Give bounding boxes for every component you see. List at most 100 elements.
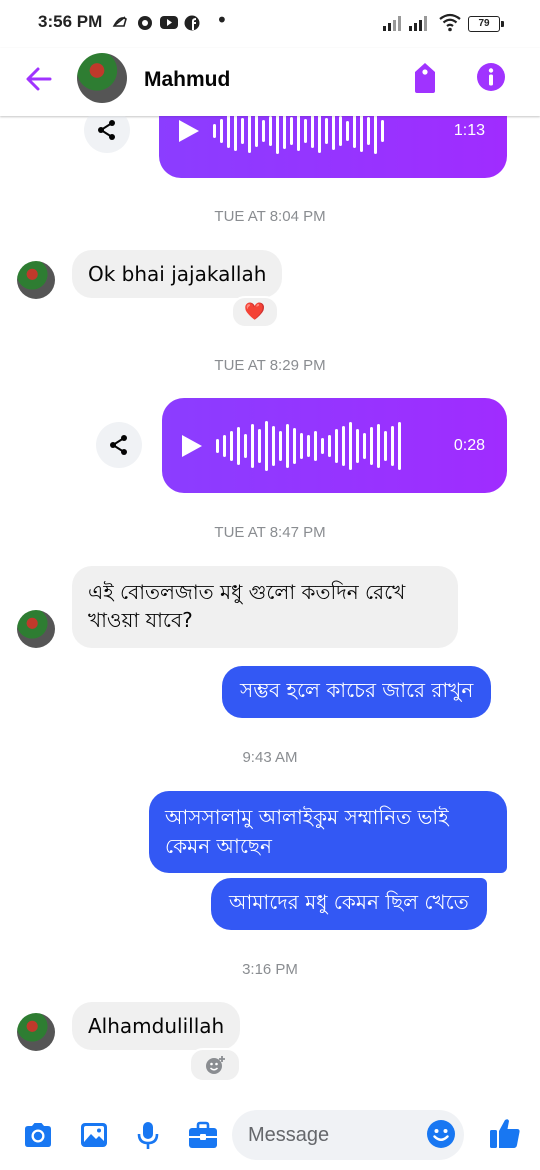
waveform-bar	[321, 437, 324, 454]
waveform-bar	[304, 119, 307, 143]
waveform-bar	[293, 427, 296, 464]
waveform-bar	[230, 430, 233, 461]
waveform-bar	[227, 114, 230, 148]
status-time: 3:56 PM	[38, 12, 103, 31]
waveform-bar	[349, 421, 352, 470]
waveform-bar	[279, 430, 282, 461]
share-icon	[110, 435, 127, 455]
waveform-bar	[353, 114, 356, 148]
message-text-line: আসসালামু আলাইকুম সম্মানিত ভাই	[165, 805, 449, 829]
message-text-line: এই বোতলজাত মধু গুলো কতদিন রেখে	[88, 580, 406, 604]
outgoing-message[interactable]: সম্ভব হলে কাচের জারে রাখুন	[222, 666, 492, 718]
message-text-line: খাওয়া যাবে?	[88, 608, 193, 632]
sender-avatar[interactable]	[17, 610, 55, 648]
add-reaction-button[interactable]	[189, 1048, 241, 1082]
waveform-bar	[325, 118, 328, 144]
waveform-bar	[381, 120, 384, 142]
timestamp: TUE AT 8:47 PM	[214, 524, 326, 541]
voice-duration: 0:28	[453, 436, 485, 454]
waveform-bar	[258, 428, 261, 463]
waveform-bar	[370, 426, 373, 465]
waveform-bar	[234, 111, 237, 151]
waveform-bar	[398, 421, 401, 470]
incoming-message[interactable]: Ok bhai jajakallah	[72, 250, 283, 298]
waveform-bar	[367, 117, 370, 145]
waveform-bar	[290, 117, 293, 145]
add-reaction-icon	[206, 1056, 225, 1074]
waveform-bar	[300, 432, 303, 459]
voice-duration: 1:13	[453, 122, 485, 139]
waveform-bar	[328, 434, 331, 457]
signal-icon	[383, 16, 401, 31]
timestamp: TUE AT 8:04 PM	[214, 208, 326, 225]
info-icon[interactable]	[476, 62, 506, 92]
waveform-bar	[255, 115, 258, 147]
outgoing-message[interactable]: আসসালামু আলাইকুম সম্মানিত ভাই কেমন আছেন	[149, 791, 507, 873]
like-icon[interactable]	[488, 1116, 522, 1150]
status-bar: 3:56 PM • 79	[0, 0, 540, 48]
waveform-bar	[346, 121, 349, 141]
waveform-bar	[244, 433, 247, 458]
sender-avatar[interactable]	[17, 261, 55, 299]
emoji-icon[interactable]	[426, 1119, 456, 1149]
waveform-bar	[314, 430, 317, 461]
waveform-bar	[360, 110, 363, 152]
waveform-bar	[307, 434, 310, 457]
play-icon[interactable]	[179, 120, 199, 142]
outgoing-message[interactable]: আমাদের মধু কেমন ছিল খেতে	[211, 878, 487, 930]
contact-avatar[interactable]	[77, 53, 127, 103]
waveform-bar	[311, 114, 314, 148]
waveform-bar	[297, 111, 300, 151]
message-text: সম্ভব হলে কাচের জারে রাখুন	[240, 677, 474, 702]
timestamp: TUE AT 8:29 PM	[214, 357, 326, 374]
waveform-bar	[220, 119, 223, 143]
waveform-bar	[363, 432, 366, 459]
timestamp: 3:16 PM	[242, 961, 298, 978]
waveform-bar	[265, 420, 268, 471]
message-text: Ok bhai jajakallah	[88, 262, 267, 286]
briefcase-icon[interactable]	[187, 1119, 219, 1151]
tag-icon[interactable]	[410, 61, 440, 95]
waveform-bar	[384, 430, 387, 461]
microphone-icon[interactable]	[132, 1119, 164, 1151]
incoming-message[interactable]: Alhamdulillah	[72, 1002, 241, 1050]
reaction-badge[interactable]: ❤️	[231, 296, 279, 328]
battery-icon: 79	[468, 16, 504, 32]
waveform-bar	[241, 118, 244, 144]
timestamp: 9:43 AM	[242, 749, 298, 766]
voice-message[interactable]: 0:28	[162, 398, 507, 493]
notification-icons	[112, 13, 204, 35]
back-button[interactable]	[22, 62, 56, 100]
waveform-bar	[283, 113, 286, 149]
wifi-icon	[439, 13, 461, 32]
play-icon[interactable]	[182, 434, 202, 457]
waveform-bar	[213, 124, 216, 138]
waveform-bar	[269, 116, 272, 146]
notification-icons-svg	[112, 15, 200, 31]
waveform-bar	[356, 428, 359, 463]
waveform-bar	[391, 425, 394, 466]
waveform-bar	[237, 426, 240, 465]
waveform	[216, 420, 401, 471]
status-dot: •	[216, 8, 228, 32]
message-text: আমাদের মধু কেমন ছিল খেতে	[229, 889, 469, 914]
incoming-message[interactable]: এই বোতলজাত মধু গুলো কতদিন রেখে খাওয়া যা…	[72, 566, 458, 648]
share-icon	[98, 120, 115, 140]
waveform-bar	[262, 120, 265, 142]
share-button[interactable]	[96, 422, 142, 468]
waveform-bar	[272, 425, 275, 466]
waveform-bar	[342, 425, 345, 466]
back-arrow-icon[interactable]	[22, 62, 56, 96]
waveform-bar	[251, 423, 254, 468]
waveform-bar	[286, 423, 289, 468]
sender-avatar[interactable]	[17, 1013, 55, 1051]
message-text-line: কেমন আছেন	[165, 834, 272, 858]
signal-icon-2	[409, 16, 427, 31]
gallery-icon[interactable]	[78, 1119, 110, 1151]
waveform-bar	[332, 112, 335, 150]
waveform-bar	[216, 438, 219, 453]
contact-name[interactable]: Mahmud	[144, 68, 230, 92]
waveform-bar	[339, 116, 342, 146]
waveform-bar	[335, 428, 338, 463]
camera-icon[interactable]	[22, 1119, 54, 1151]
